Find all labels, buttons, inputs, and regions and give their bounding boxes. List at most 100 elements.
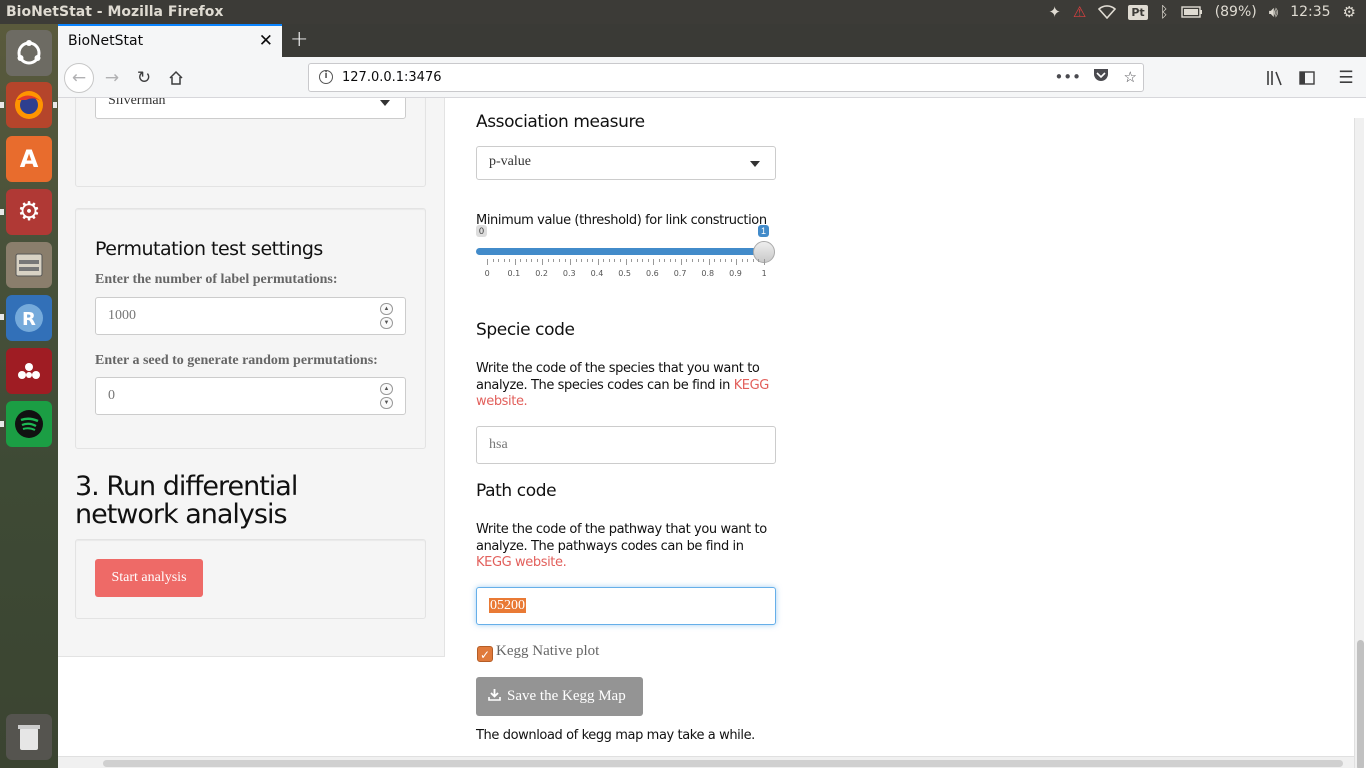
file-manager-icon[interactable]	[6, 242, 52, 288]
permutation-count-label: Enter the number of label permutations:	[95, 272, 338, 287]
ubuntu-dash-icon[interactable]	[6, 30, 52, 76]
kegg-pathway-link[interactable]: KEGG website.	[476, 555, 567, 570]
bookmark-star-icon[interactable]: ☆	[1124, 68, 1137, 86]
slider-minor-tick	[619, 259, 621, 262]
specie-code-help: Write the code of the species that you w…	[476, 361, 776, 411]
slider-minor-tick	[520, 259, 522, 262]
system-settings-icon[interactable]: ⚙	[6, 189, 52, 235]
warning-icon[interactable]: ⚠	[1073, 3, 1086, 21]
tab-bionetstat[interactable]: BioNetStat ✕	[58, 24, 282, 57]
permutation-count-input[interactable]: 1000 ▲ ▼	[95, 297, 406, 335]
slider-minor-tick	[714, 259, 716, 262]
slider-minor-tick	[741, 259, 743, 262]
back-button[interactable]: ←	[64, 63, 94, 93]
sidebar-icon[interactable]	[1294, 65, 1320, 91]
new-tab-icon[interactable]: +	[290, 27, 308, 52]
slider-minor-tick	[592, 259, 594, 262]
window-title: BioNetStat - Mozilla Firefox	[6, 4, 224, 20]
rstudio-icon[interactable]: R	[6, 295, 52, 341]
battery-percent: (89%)	[1214, 4, 1257, 20]
slider-tick	[736, 259, 738, 265]
clock[interactable]: 12:35	[1290, 4, 1330, 20]
slider-minor-tick	[686, 259, 688, 262]
menu-icon[interactable]: ☰	[1333, 65, 1359, 91]
pocket-icon[interactable]	[1093, 68, 1109, 86]
library-icon[interactable]	[1262, 65, 1288, 91]
home-button[interactable]	[163, 65, 189, 91]
start-analysis-button[interactable]: Start analysis	[95, 559, 203, 597]
dropbox-icon[interactable]: ✦	[1048, 3, 1061, 21]
specie-code-input[interactable]: hsa	[476, 426, 776, 464]
permutation-settings-well: Permutation test settings Enter the numb…	[75, 208, 426, 449]
slider-minor-tick	[703, 259, 705, 262]
slider-tick	[487, 259, 488, 265]
mendeley-icon[interactable]	[6, 348, 52, 394]
slider-min-label: 0	[476, 225, 488, 237]
software-center-icon[interactable]: A	[6, 136, 52, 182]
threshold-slider[interactable]: 0 1 0 0.1 0.2 0.3 0.4 0.5 0.6 0.7 0.8 0.9 1	[476, 225, 776, 285]
firefox-icon[interactable]	[6, 82, 52, 128]
specie-code-placeholder: hsa	[489, 437, 508, 452]
page-viewport: Silverman Permutation test settings Ente…	[58, 98, 1366, 768]
scrollbar-thumb[interactable]	[103, 760, 1343, 767]
path-code-input[interactable]: 05200	[476, 587, 776, 625]
forward-button[interactable]: →	[99, 65, 125, 91]
launcher-indicator	[0, 314, 4, 320]
url-text[interactable]: 127.0.0.1:3476	[342, 70, 442, 85]
slider-minor-tick	[664, 259, 666, 262]
slider-minor-tick	[752, 259, 754, 262]
page-actions-icon[interactable]: •••	[1054, 68, 1081, 86]
permutation-settings-title: Permutation test settings	[95, 238, 323, 260]
chevron-down-icon	[750, 161, 760, 167]
slider-minor-tick	[559, 259, 561, 262]
scrollbar-thumb[interactable]	[1357, 640, 1364, 768]
run-analysis-title: 3. Run differential network analysis	[75, 471, 298, 530]
slider-minor-tick	[636, 259, 638, 262]
unity-launcher: A ⚙ R	[0, 24, 58, 768]
slider-minor-tick	[608, 259, 610, 262]
kegg-native-checkbox[interactable]: ✓	[477, 646, 493, 662]
volume-icon[interactable]: 🔊︎	[1269, 3, 1278, 21]
gear-icon[interactable]: ⚙	[1343, 3, 1356, 21]
seed-input[interactable]: 0 ▲ ▼	[95, 377, 406, 415]
specie-code-help-text: Write the code of the species that you w…	[476, 361, 760, 393]
slider-tick	[597, 259, 599, 265]
slider-tick	[653, 259, 655, 265]
path-code-value: 05200	[489, 598, 526, 613]
vertical-scrollbar[interactable]	[1354, 118, 1364, 768]
slider-tick-label: 0.1	[507, 269, 521, 278]
association-measure-select[interactable]: p-value	[476, 146, 776, 180]
slider-track[interactable]	[476, 248, 764, 255]
slider-minor-tick	[509, 259, 511, 262]
slider-tick-label: 0.3	[562, 269, 576, 278]
slider-minor-tick	[697, 259, 699, 262]
density-settings-well: Silverman	[75, 98, 426, 187]
keyboard-layout-indicator[interactable]: Pt	[1128, 4, 1148, 20]
association-measure-value: p-value	[489, 154, 531, 169]
svg-text:R: R	[22, 309, 36, 330]
bluetooth-icon[interactable]: ᛒ	[1160, 3, 1169, 21]
url-bar[interactable]: i 127.0.0.1:3476 ••• ☆	[308, 63, 1144, 92]
horizontal-scrollbar[interactable]	[58, 756, 1354, 768]
reload-button[interactable]: ↻	[131, 65, 157, 91]
specie-code-title: Specie code	[476, 320, 575, 340]
path-code-title: Path code	[476, 481, 557, 501]
slider-minor-tick	[647, 259, 649, 262]
slider-tick	[542, 259, 544, 265]
trash-icon[interactable]	[6, 714, 52, 760]
slider-tick	[514, 259, 516, 265]
density-method-select[interactable]: Silverman	[95, 98, 406, 119]
battery-icon[interactable]	[1180, 6, 1203, 18]
path-code-help-text: Write the code of the pathway that you w…	[476, 522, 767, 554]
number-spinner[interactable]: ▲ ▼	[380, 303, 393, 329]
site-info-icon[interactable]: i	[319, 70, 333, 84]
kegg-native-label: Kegg Native plot	[496, 643, 600, 659]
slider-tick-label: 0.2	[535, 269, 548, 278]
spotify-icon[interactable]	[6, 401, 52, 447]
slider-tick-label: 0.6	[646, 269, 659, 278]
close-tab-icon[interactable]: ✕	[259, 31, 273, 51]
number-spinner[interactable]: ▲ ▼	[380, 383, 393, 409]
save-kegg-map-button[interactable]: Save the Kegg Map	[476, 677, 643, 716]
download-note: The download of kegg map may take a whil…	[476, 728, 755, 743]
wifi-icon[interactable]	[1098, 5, 1117, 19]
